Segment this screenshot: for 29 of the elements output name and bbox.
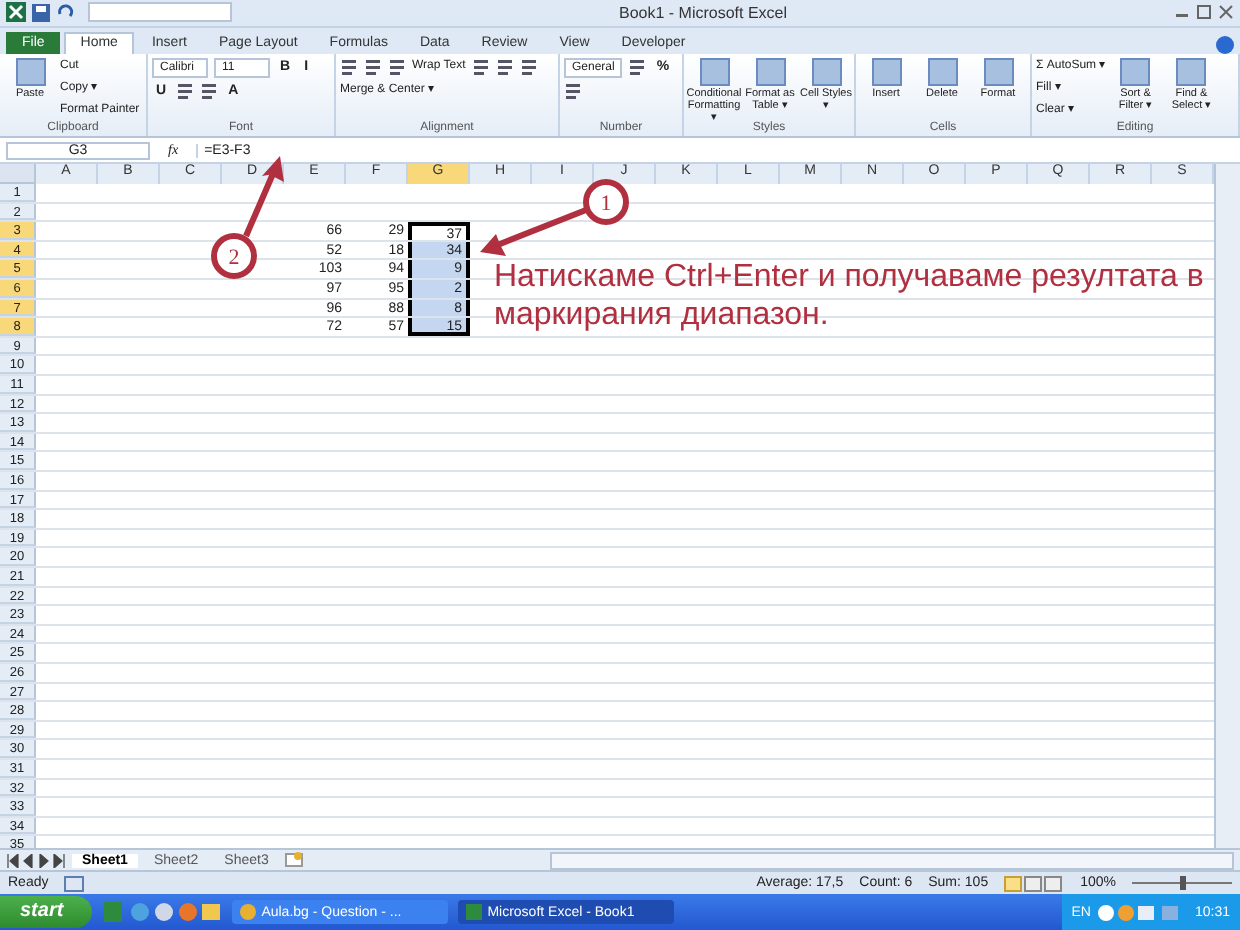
window-controls-icon[interactable] [1174, 4, 1234, 21]
toolbar-icon[interactable] [495, 57, 514, 76]
annotation-arrow [243, 156, 284, 238]
toolbar-icon[interactable] [628, 57, 647, 76]
toolbar-icon[interactable] [519, 57, 538, 76]
callout-marker: 1 [583, 179, 629, 225]
sheet-navigation-icon[interactable] [6, 853, 66, 868]
horizontal-scrollbar[interactable] [550, 851, 1234, 870]
zoom-thumb[interactable] [1180, 876, 1186, 891]
window-title: Book1 - Microsoft Excel [616, 3, 790, 22]
excel-logo-icon [6, 2, 26, 23]
toolbar-icon[interactable] [364, 57, 382, 76]
vertical-scrollbar[interactable] [1214, 164, 1240, 849]
view-buttons-icon[interactable] [1004, 875, 1065, 892]
toolbar-icon[interactable] [471, 57, 490, 76]
macro-record-icon[interactable] [64, 875, 85, 892]
toolbar-icon[interactable] [388, 57, 406, 76]
toolbar-icon[interactable] [340, 57, 358, 76]
toolbar-icon[interactable] [200, 81, 219, 100]
undo-icon[interactable] [56, 3, 74, 22]
callout-marker: 2 [211, 233, 257, 279]
toolbar-icon[interactable] [564, 81, 582, 100]
save-icon[interactable] [32, 3, 50, 22]
quick-launch-icon[interactable] [101, 902, 222, 922]
annotation-text: Натискаме Ctrl+Enter и получаваме резултата в маркирания диапазон. [494, 258, 1206, 334]
quick-access-field[interactable] [88, 2, 232, 23]
new-sheet-icon[interactable] [284, 852, 305, 869]
annotation-arrow [480, 207, 588, 256]
toolbar-icon[interactable] [176, 81, 195, 100]
